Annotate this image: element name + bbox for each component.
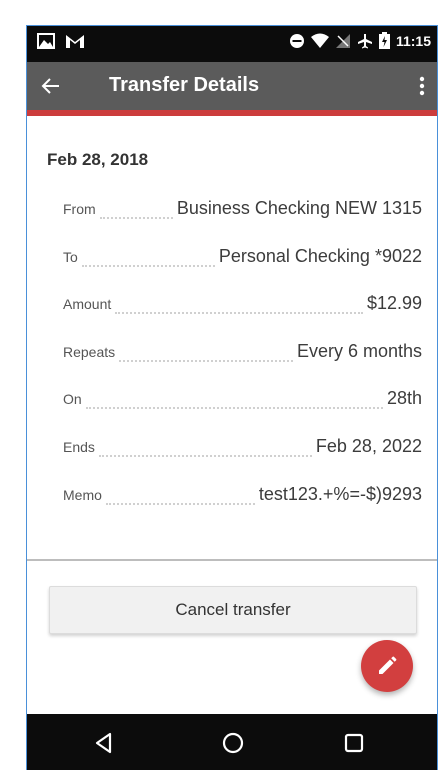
recents-square-icon[interactable] <box>341 730 367 756</box>
detail-label: Amount <box>63 296 112 312</box>
edit-pencil-icon <box>379 656 397 674</box>
app-bar: Transfer Details <box>27 62 437 110</box>
status-bar: 11:15 <box>27 26 437 62</box>
gmail-icon <box>66 35 84 48</box>
battery-icon <box>378 32 390 49</box>
detail-row-ends: Ends Feb 28, 2022 <box>63 436 422 462</box>
detail-row-from: From Business Checking NEW 1315 <box>63 198 422 224</box>
transfer-date-heading: Feb 28, 2018 <box>47 150 149 169</box>
wifi-icon <box>310 33 329 48</box>
dotted-leader <box>119 352 293 362</box>
edit-fab-button[interactable] <box>361 640 413 692</box>
more-vertical-icon[interactable] <box>415 72 429 100</box>
detail-label: Memo <box>63 487 102 503</box>
dotted-leader <box>105 495 255 505</box>
no-signal-icon <box>335 33 350 48</box>
detail-label: To <box>63 249 78 265</box>
cancel-transfer-button[interactable]: Cancel transfer <box>49 586 417 634</box>
status-right-icons: 11:15 <box>289 32 431 49</box>
detail-label: Repeats <box>63 344 116 360</box>
status-time: 11:15 <box>395 32 431 49</box>
detail-row-repeats: Repeats Every 6 months <box>63 341 422 367</box>
detail-value: 28th <box>386 388 422 408</box>
page-title: Transfer Details <box>109 74 260 96</box>
dotted-leader <box>98 447 312 457</box>
back-triangle-icon[interactable] <box>91 730 117 756</box>
dotted-leader <box>81 257 215 267</box>
dotted-leader <box>99 209 173 219</box>
detail-row-on: On 28th <box>63 388 422 414</box>
detail-label: On <box>63 391 82 407</box>
phone-screen: 11:15 Transfer Details Feb 28, 2018 From… <box>26 25 438 770</box>
section-divider <box>27 559 437 561</box>
status-left-icons <box>37 33 85 49</box>
screenshot-frame: 11:15 Transfer Details Feb 28, 2018 From… <box>0 0 441 770</box>
detail-label: From <box>63 201 96 217</box>
dotted-leader <box>115 304 363 314</box>
detail-value: Feb 28, 2022 <box>315 436 422 456</box>
dotted-leader <box>85 399 383 409</box>
image-notification-icon <box>37 33 55 49</box>
app-bar-accent-line <box>27 110 437 116</box>
detail-value: Business Checking NEW 1315 <box>176 198 422 218</box>
detail-label: Ends <box>63 439 95 455</box>
detail-value: test123.+%=-$)9293 <box>258 484 422 504</box>
home-circle-icon[interactable] <box>220 730 246 756</box>
arrow-back-icon[interactable] <box>41 72 67 100</box>
airplane-mode-icon <box>357 33 372 48</box>
do-not-disturb-icon <box>289 33 304 48</box>
detail-value: $12.99 <box>366 293 422 313</box>
detail-row-to: To Personal Checking *9022 <box>63 246 422 272</box>
system-nav-bar <box>27 714 437 770</box>
detail-row-memo: Memo test123.+%=-$)9293 <box>63 484 422 510</box>
detail-value: Every 6 months <box>296 341 422 361</box>
detail-value: Personal Checking *9022 <box>218 246 422 266</box>
detail-row-amount: Amount $12.99 <box>63 293 422 319</box>
